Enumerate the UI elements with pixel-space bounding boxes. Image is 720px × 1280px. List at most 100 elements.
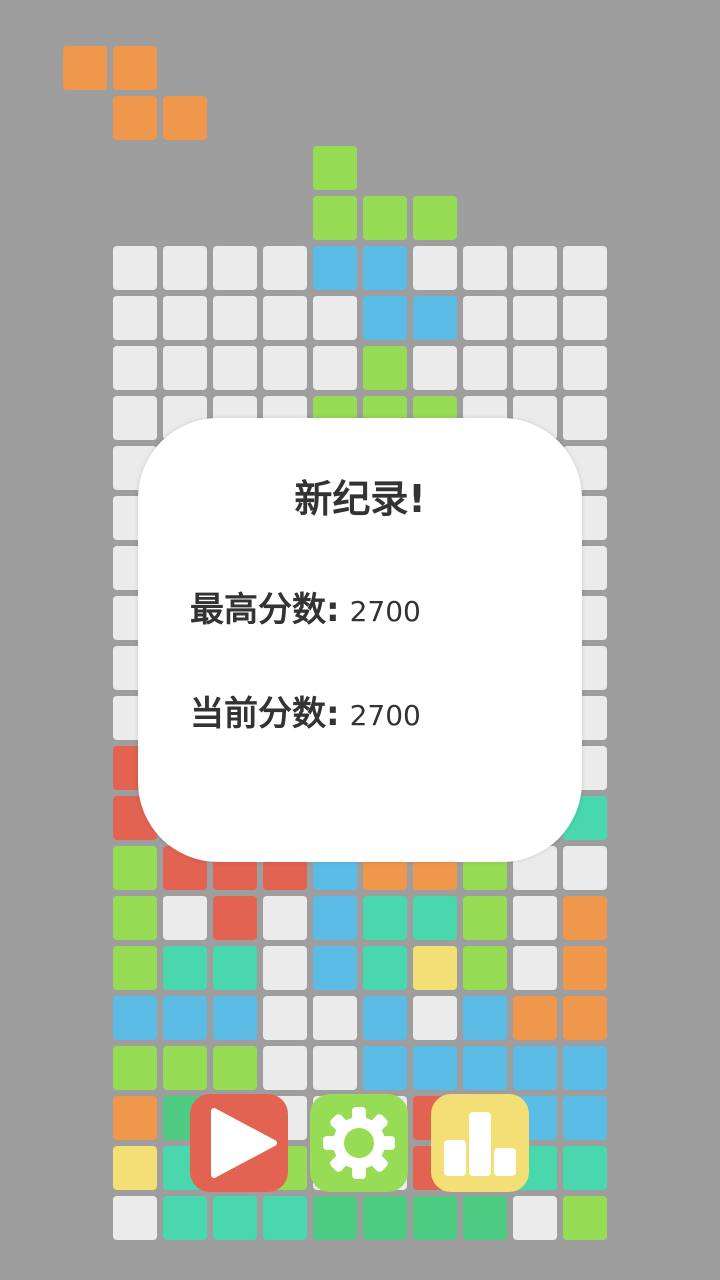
board-cell [563, 896, 607, 940]
board-cell [563, 346, 607, 390]
leaderboard-button[interactable] [431, 1094, 529, 1192]
board-cell [113, 296, 157, 340]
board-cell [213, 996, 257, 1040]
board-cell [113, 396, 157, 440]
gear-icon [323, 1107, 395, 1179]
board-cell [113, 946, 157, 990]
board-cell [213, 296, 257, 340]
best-score-row: 最高分数: 2700 [190, 582, 421, 631]
best-score-value: 2700 [349, 595, 421, 628]
board-cell [563, 296, 607, 340]
board-cell [363, 1196, 407, 1240]
board-cell [363, 296, 407, 340]
board-cell [563, 946, 607, 990]
board-cell [213, 346, 257, 390]
falling-block [63, 46, 107, 90]
falling-block [313, 146, 357, 190]
dialog-title: 新纪录! [294, 477, 426, 521]
board-cell [563, 1196, 607, 1240]
board-cell [513, 996, 557, 1040]
board-cell [463, 946, 507, 990]
board-cell [113, 1096, 157, 1140]
board-cell [313, 946, 357, 990]
best-score-label: 最高分数: [190, 590, 340, 630]
board-cell [413, 296, 457, 340]
board-cell [313, 296, 357, 340]
board-cell [463, 896, 507, 940]
play-icon [211, 1108, 277, 1178]
board-cell [163, 246, 207, 290]
falling-block [163, 96, 207, 140]
current-score-row: 当前分数: 2700 [190, 686, 421, 735]
board-cell [513, 896, 557, 940]
board-cell [263, 1196, 307, 1240]
board-cell [113, 1046, 157, 1090]
board-cell [363, 1046, 407, 1090]
board-cell [113, 1196, 157, 1240]
falling-block [113, 96, 157, 140]
board-cell [563, 1096, 607, 1140]
board-cell [113, 346, 157, 390]
board-cell [313, 896, 357, 940]
board-cell [313, 246, 357, 290]
board-cell [263, 1046, 307, 1090]
board-cell [513, 1046, 557, 1090]
falling-block [113, 46, 157, 90]
board-cell [113, 846, 157, 890]
board-cell [463, 1046, 507, 1090]
board-cell [213, 946, 257, 990]
board-cell [113, 996, 157, 1040]
board-cell [513, 246, 557, 290]
board-cell [213, 1196, 257, 1240]
board-cell [513, 1196, 557, 1240]
current-score-value: 2700 [349, 699, 421, 732]
board-cell [463, 1196, 507, 1240]
board-cell [413, 896, 457, 940]
board-cell [363, 896, 407, 940]
board-cell [263, 246, 307, 290]
board-cell [163, 1046, 207, 1090]
board-cell [363, 996, 407, 1040]
board-cell [163, 346, 207, 390]
board-cell [163, 296, 207, 340]
board-cell [213, 246, 257, 290]
board-cell [413, 996, 457, 1040]
board-cell [313, 346, 357, 390]
board-cell [163, 896, 207, 940]
board-cell [563, 846, 607, 890]
board-cell [463, 346, 507, 390]
board-cell [163, 946, 207, 990]
board-cell [113, 1146, 157, 1190]
play-button[interactable] [190, 1094, 288, 1192]
board-cell [563, 396, 607, 440]
settings-button[interactable] [310, 1094, 408, 1192]
falling-block [313, 196, 357, 240]
board-cell [313, 996, 357, 1040]
board-cell [413, 246, 457, 290]
board-cell [213, 1046, 257, 1090]
board-cell [463, 296, 507, 340]
game-screen: 新纪录! 最高分数: 2700 当前分数: 2700 [0, 0, 720, 1280]
board-cell [213, 896, 257, 940]
board-cell [413, 1046, 457, 1090]
board-cell [263, 296, 307, 340]
board-cell [263, 996, 307, 1040]
falling-block [363, 196, 407, 240]
board-cell [563, 246, 607, 290]
board-cell [363, 346, 407, 390]
bar-chart-icon [444, 1112, 516, 1176]
board-cell [513, 946, 557, 990]
current-score-label: 当前分数: [190, 694, 340, 734]
board-cell [263, 896, 307, 940]
board-cell [513, 296, 557, 340]
board-cell [313, 1196, 357, 1240]
board-cell [563, 1046, 607, 1090]
board-cell [413, 946, 457, 990]
board-cell [363, 946, 407, 990]
board-cell [113, 896, 157, 940]
board-cell [463, 996, 507, 1040]
board-cell [413, 1196, 457, 1240]
board-cell [263, 946, 307, 990]
board-cell [413, 346, 457, 390]
board-cell [563, 996, 607, 1040]
